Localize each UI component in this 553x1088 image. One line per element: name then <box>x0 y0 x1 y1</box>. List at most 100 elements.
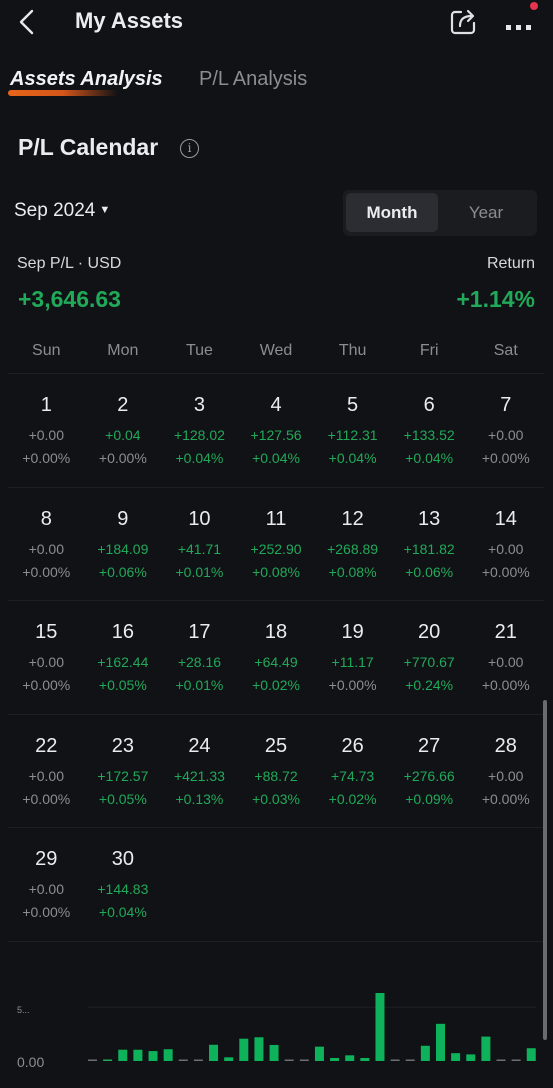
day-pl-percent: +0.04% <box>98 904 147 920</box>
day-pl-percent: +0.08% <box>252 563 300 580</box>
day-number: 19 <box>341 621 364 643</box>
day-pl-value: +181.82 <box>403 540 455 557</box>
calendar-day-cell[interactable]: 2 +0.04 +0.00% <box>85 374 162 487</box>
notification-badge <box>530 2 538 10</box>
calendar-day-cell[interactable]: 1 +0.00 +0.00% <box>8 374 85 487</box>
calendar-day-cell[interactable]: 21 +0.00 +0.00% <box>467 601 544 714</box>
calendar-day-cell[interactable]: 8 +0.00 +0.00% <box>8 488 85 601</box>
day-pl-value: +276.66 <box>403 767 455 784</box>
bar-day-2 <box>103 1059 113 1061</box>
bar-day-16 <box>314 1046 324 1061</box>
day-pl-percent: +0.09% <box>405 790 454 807</box>
day-number: 13 <box>418 507 441 530</box>
scrollbar[interactable] <box>543 700 547 1040</box>
weekday-label: Fri <box>419 342 439 359</box>
calendar-day-cell[interactable]: 17 +28.16 +0.01% <box>161 601 238 714</box>
day-pl-percent: +0.00% <box>481 563 530 580</box>
month-picker[interactable]: Sep 2024 ▼ <box>14 200 110 222</box>
calendar-day-cell[interactable]: 15 +0.00 +0.00% <box>8 601 85 714</box>
day-number: 11 <box>265 507 287 530</box>
day-pl-value: +0.00 <box>28 427 64 443</box>
calendar-day-cell[interactable]: 28 +0.00 +0.00% <box>467 715 544 828</box>
day-pl-value: +144.83 <box>97 881 149 897</box>
calendar-day-cell[interactable]: 10 +41.71 +0.01% <box>161 488 238 601</box>
day-number: 10 <box>188 507 211 530</box>
tab-pl-analysis[interactable]: P/L Analysis <box>199 68 307 91</box>
calendar-day-cell[interactable]: 22 +0.00 +0.00% <box>8 715 85 828</box>
day-pl-percent: +0.00% <box>328 677 377 693</box>
calendar-day-cell[interactable]: 4 +127.56 +0.04% <box>238 374 315 487</box>
day-number: 15 <box>35 621 58 643</box>
day-number: 30 <box>111 848 134 870</box>
day-pl-value: +88.72 <box>254 767 298 784</box>
weekday-label: Sat <box>493 342 518 359</box>
day-pl-value: +421.33 <box>173 767 225 784</box>
calendar-day-cell[interactable]: 11 +252.90 +0.08% <box>238 488 315 601</box>
pl-calendar: Sun Mon Tue Wed Thu Fri Sat 1 +0.00 +0.00%… <box>8 332 544 942</box>
day-pl-value: +11.17 <box>331 654 374 670</box>
calendar-day-cell[interactable]: 7 +0.00 +0.00% <box>467 374 544 487</box>
calendar-day-cell[interactable]: 23 +172.57 +0.05% <box>85 715 162 828</box>
day-pl-value: +41.71 <box>177 540 222 557</box>
more-button[interactable] <box>502 10 536 34</box>
calendar-day-cell[interactable]: 6 +133.52 +0.04% <box>391 374 468 487</box>
day-number: 20 <box>418 621 441 643</box>
calendar-day-cell[interactable]: 3 +128.02 +0.04% <box>161 374 238 487</box>
y-tick-label: 5... <box>17 1005 30 1015</box>
day-pl-value: +0.00 <box>488 654 524 670</box>
weekday-label: Tue <box>185 342 213 359</box>
day-number: 9 <box>117 507 129 530</box>
day-pl-percent: +0.06% <box>98 563 147 580</box>
calendar-day-cell[interactable]: 24 +421.33 +0.13% <box>161 715 238 828</box>
pl-label: Sep P/L · USD <box>17 255 122 272</box>
calendar-day-cell[interactable]: 29 +0.00 +0.00% <box>8 828 85 941</box>
day-number: 27 <box>418 734 441 757</box>
calendar-day-cell[interactable]: 16 +162.44 +0.05% <box>85 601 162 714</box>
day-pl-percent: +0.03% <box>252 790 300 807</box>
day-number: 24 <box>188 734 211 757</box>
tab-assets-analysis[interactable]: Assets Analysis <box>10 68 163 91</box>
day-number: 22 <box>35 734 58 757</box>
bar-day-27 <box>481 1036 491 1061</box>
calendar-weeks: 1 +0.00 +0.00% 2 +0.04 +0.00% 3 +128.02 +0.04% 4 +… <box>8 374 544 942</box>
calendar-day-cell[interactable]: 25 +88.72 +0.03% <box>238 715 315 828</box>
day-pl-percent: +0.00% <box>481 790 530 807</box>
period-toggle: Month Year <box>343 190 537 236</box>
share-button[interactable] <box>448 6 478 36</box>
day-pl-percent: +0.00% <box>22 904 71 920</box>
calendar-day-cell[interactable]: 12 +268.89 +0.08% <box>314 488 391 601</box>
calendar-day-cell[interactable]: 30 +144.83 +0.04% <box>85 828 162 941</box>
bar-day-11 <box>239 1038 249 1061</box>
day-number: 3 <box>193 394 205 416</box>
calendar-day-cell[interactable]: 20 +770.67 +0.24% <box>391 601 468 714</box>
year-toggle-button[interactable]: Year <box>440 193 532 232</box>
calendar-day-cell[interactable]: 14 +0.00 +0.00% <box>467 488 544 601</box>
bar-day-10 <box>224 1057 234 1061</box>
calendar-empty-cell <box>467 828 544 941</box>
day-number: 8 <box>40 507 52 530</box>
bars <box>88 993 536 1061</box>
day-pl-value: +127.56 <box>250 427 302 443</box>
day-pl-percent: +0.08% <box>328 563 377 580</box>
calendar-day-cell[interactable]: 18 +64.49 +0.02% <box>238 601 315 714</box>
day-number: 17 <box>188 621 211 643</box>
day-number: 29 <box>35 848 58 870</box>
caret-down-icon: ▼ <box>99 204 111 216</box>
day-pl-value: +74.73 <box>330 767 375 784</box>
calendar-day-cell[interactable]: 26 +74.73 +0.02% <box>314 715 391 828</box>
day-pl-percent: +0.04% <box>175 450 224 466</box>
day-pl-percent: +0.00% <box>22 563 71 580</box>
top-bar: My Assets <box>0 0 553 44</box>
calendar-day-cell[interactable]: 9 +184.09 +0.06% <box>85 488 162 601</box>
calendar-day-cell[interactable]: 13 +181.82 +0.06% <box>391 488 468 601</box>
weekday-label: Wed <box>259 342 293 359</box>
calendar-day-cell[interactable]: 5 +112.31 +0.04% <box>314 374 391 487</box>
month-toggle-button[interactable]: Month <box>346 193 438 232</box>
calendar-day-cell[interactable]: 19 +11.17 +0.00% <box>314 601 391 714</box>
back-button[interactable] <box>14 8 40 36</box>
day-number: 12 <box>341 507 364 530</box>
day-pl-percent: +0.04% <box>405 450 454 466</box>
day-pl-value: +0.04 <box>105 427 141 443</box>
info-icon[interactable]: i <box>180 139 199 158</box>
calendar-day-cell[interactable]: 27 +276.66 +0.09% <box>391 715 468 828</box>
